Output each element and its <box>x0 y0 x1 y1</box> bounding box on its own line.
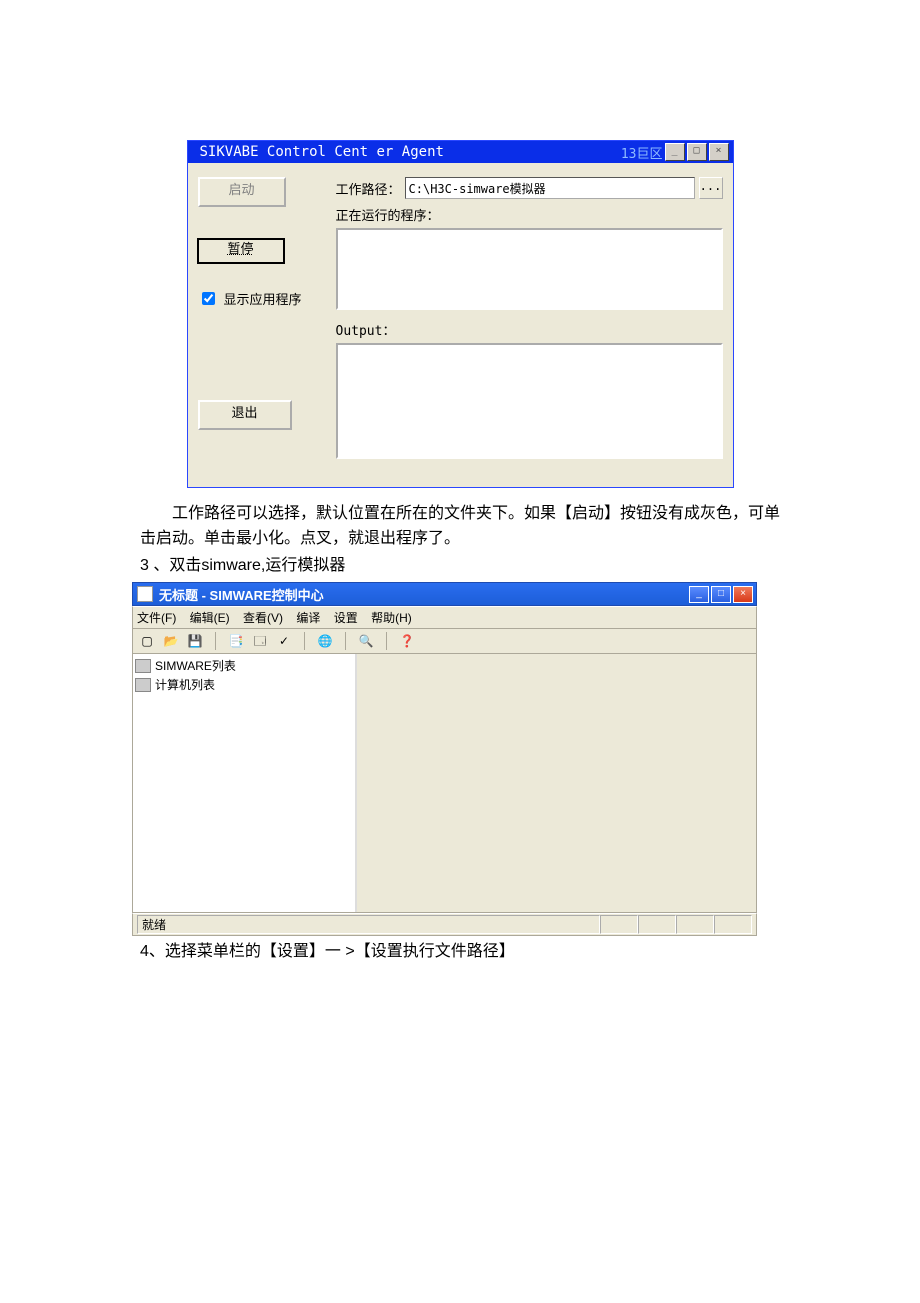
start-button[interactable]: 启动 <box>198 177 286 207</box>
check-icon[interactable]: ✓ <box>276 633 292 649</box>
menu-help[interactable]: 帮助(H) <box>371 611 412 625</box>
search-icon[interactable]: 🔍 <box>358 633 374 649</box>
tree-node-simware[interactable]: SIMWARE列表 <box>135 656 353 675</box>
agent-title-text: SIKVABE Control Cent er Agent <box>188 144 619 160</box>
instruction-paragraph-3: 4、选择菜单栏的【设置】一 >【设置执行文件路径】 <box>140 940 790 965</box>
simware-title-text: 无标题 - SIMWARE控制中心 <box>159 585 689 604</box>
menu-file[interactable]: 文件(F) <box>137 611 176 625</box>
globe-icon[interactable]: 🌐 <box>317 633 333 649</box>
toolbar: ▢ 📂 💾 📑 🗔 ✓ 🌐 🔍 ❓ <box>132 629 757 653</box>
close-icon[interactable]: × <box>733 586 753 603</box>
maximize-icon[interactable]: □ <box>711 586 731 603</box>
help-icon[interactable]: ❓ <box>399 633 415 649</box>
menu-settings[interactable]: 设置 <box>334 611 358 625</box>
open-icon[interactable]: 📂 <box>163 633 179 649</box>
agent-window: SIKVABE Control Cent er Agent 13巨区 _ □ ×… <box>187 140 734 488</box>
menubar: 文件(F) 编辑(E) 查看(V) 编译 设置 帮助(H) <box>132 606 757 629</box>
folder-icon <box>135 678 151 692</box>
menu-view[interactable]: 查看(V) <box>243 611 283 625</box>
db-icon[interactable]: 🗔 <box>252 633 268 649</box>
workpath-label: 工作路径： <box>336 179 401 198</box>
menu-compile[interactable]: 编译 <box>296 611 320 625</box>
show-app-checkbox[interactable]: 显示应用程序 <box>198 289 328 308</box>
maximize-icon[interactable]: □ <box>687 143 707 161</box>
minimize-icon[interactable]: _ <box>665 143 685 161</box>
simware-window: 无标题 - SIMWARE控制中心 _ □ × 文件(F) 编辑(E) 查看(V… <box>132 582 757 936</box>
new-icon[interactable]: ▢ <box>139 633 155 649</box>
output-box <box>336 343 723 459</box>
status-text: 就绪 <box>137 915 600 934</box>
show-app-checkbox-input[interactable] <box>202 292 215 305</box>
running-label: 正在运行的程序： <box>336 205 723 224</box>
simware-titlebar: 无标题 - SIMWARE控制中心 _ □ × <box>132 582 757 606</box>
exit-button[interactable]: 退出 <box>198 400 292 430</box>
agent-title-right: 13巨区 <box>619 143 665 162</box>
minimize-icon[interactable]: _ <box>689 586 709 603</box>
output-label: Output： <box>336 320 723 339</box>
pause-button[interactable]: 暂停 <box>198 239 284 263</box>
workpath-input[interactable] <box>405 177 695 199</box>
close-icon[interactable]: × <box>709 143 729 161</box>
folder-icon <box>135 659 151 673</box>
instruction-paragraph-2: 3 、双击simware,运行模拟器 <box>140 554 790 579</box>
running-list <box>336 228 723 310</box>
client-area <box>357 654 756 912</box>
save-icon[interactable]: 💾 <box>187 633 203 649</box>
app-icon <box>137 586 153 602</box>
stack-icon[interactable]: 📑 <box>228 633 244 649</box>
browse-button[interactable]: ... <box>699 177 723 199</box>
agent-titlebar: SIKVABE Control Cent er Agent 13巨区 _ □ × <box>188 141 733 163</box>
tree-panel: SIMWARE列表 计算机列表 <box>133 654 357 912</box>
show-app-label: 显示应用程序 <box>224 289 302 308</box>
instruction-paragraph-1: 工作路径可以选择，默认位置在所在的文件夹下。如果【启动】按钮没有成灰色，可单击启… <box>140 502 790 552</box>
statusbar: 就绪 <box>132 913 757 936</box>
menu-edit[interactable]: 编辑(E) <box>190 611 230 625</box>
tree-node-computers[interactable]: 计算机列表 <box>135 675 353 694</box>
